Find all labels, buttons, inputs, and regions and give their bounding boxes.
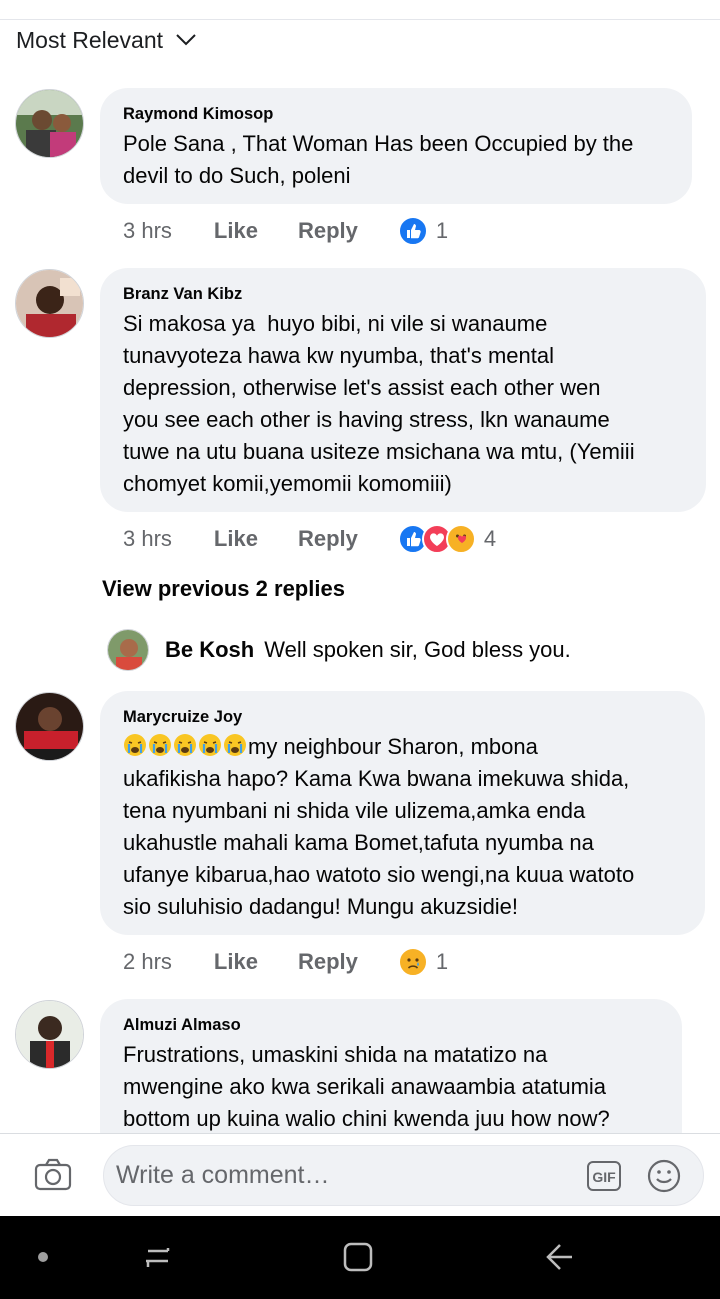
comment-actions: 3 hrs Like Reply 1: [123, 211, 448, 251]
comment-author[interactable]: Raymond Kimosop: [123, 104, 670, 124]
emoji-icon[interactable]: [647, 1159, 681, 1193]
svg-text:GIF: GIF: [592, 1169, 616, 1185]
comment-bubble: Marycruize Joy my neighbour Sharon, mbon…: [100, 691, 705, 935]
reaction-count: 1: [435, 218, 449, 243]
avatar[interactable]: [107, 629, 149, 671]
like-button[interactable]: Like: [214, 218, 258, 244]
reaction-count: 1: [435, 949, 449, 974]
crying-face-icon: [224, 734, 246, 756]
reaction-summary[interactable]: 1: [397, 947, 449, 977]
reply-author[interactable]: Be Kosh: [165, 637, 254, 663]
care-icon: [445, 524, 476, 554]
comment-time[interactable]: 2 hrs: [123, 949, 172, 975]
chevron-down-icon: [176, 34, 196, 46]
comment-text: Frustrations, umaskini shida na matatizo…: [123, 1042, 610, 1131]
camera-icon[interactable]: [33, 1155, 73, 1195]
comment-bubble: Branz Van Kibz Si makosa ya huyo bibi, n…: [100, 268, 706, 512]
reaction-count: 4: [483, 526, 497, 551]
avatar[interactable]: [15, 269, 84, 338]
comment-text: Si makosa ya huyo bibi, ni vile si wanau…: [123, 311, 635, 496]
comment-body: my neighbour Sharon, mbona ukafikisha ha…: [123, 734, 635, 919]
sort-dropdown[interactable]: Most Relevant: [16, 24, 197, 56]
reply-button[interactable]: Reply: [298, 949, 358, 975]
like-button[interactable]: Like: [214, 526, 258, 552]
reply-text: Well spoken sir, God bless you.: [264, 637, 571, 662]
comment-author[interactable]: Marycruize Joy: [123, 707, 683, 727]
back-icon[interactable]: [542, 1241, 576, 1273]
gif-icon[interactable]: GIF: [586, 1160, 622, 1192]
avatar[interactable]: [15, 692, 84, 761]
comment-text: my neighbour Sharon, mbona ukafikisha ha…: [123, 731, 683, 923]
reaction-summary[interactable]: 4: [397, 524, 497, 554]
comment-composer: GIF: [0, 1133, 720, 1216]
avatar[interactable]: [15, 1000, 84, 1069]
comment-input[interactable]: [116, 1146, 576, 1205]
top-divider: [0, 19, 720, 20]
recents-icon[interactable]: [142, 1241, 174, 1273]
comment-time[interactable]: 3 hrs: [123, 218, 172, 244]
crying-face-icon: [174, 734, 196, 756]
comment-author[interactable]: Almuzi Almaso: [123, 1015, 660, 1035]
assistant-dot-icon[interactable]: [38, 1252, 48, 1262]
view-previous-replies-link[interactable]: View previous 2 replies: [102, 576, 345, 602]
comment-time[interactable]: 3 hrs: [123, 526, 172, 552]
avatar[interactable]: [15, 89, 84, 158]
comment-actions: 3 hrs Like Reply 4: [123, 519, 496, 559]
comment-author[interactable]: Branz Van Kibz: [123, 284, 684, 304]
home-icon[interactable]: [341, 1240, 375, 1274]
emoji-prefix: [123, 734, 248, 759]
comment-actions: 2 hrs Like Reply 1: [123, 942, 448, 982]
comment-bubble: Raymond Kimosop Pole Sana , That Woman H…: [100, 88, 692, 204]
reply-item: Be Kosh Well spoken sir, God bless you.: [107, 628, 571, 672]
comment-input-box[interactable]: GIF: [103, 1145, 704, 1206]
reply-button[interactable]: Reply: [298, 526, 358, 552]
comment-text: Pole Sana , That Woman Has been Occupied…: [123, 131, 634, 188]
reaction-summary[interactable]: 1: [397, 216, 449, 246]
like-button[interactable]: Like: [214, 949, 258, 975]
sort-label: Most Relevant: [16, 26, 164, 53]
crying-face-icon: [149, 734, 171, 756]
crying-face-icon: [199, 734, 221, 756]
system-navigation-bar: [0, 1216, 720, 1299]
sad-icon: [397, 947, 428, 977]
reply-button[interactable]: Reply: [298, 218, 358, 244]
like-icon: [397, 216, 428, 246]
crying-face-icon: [124, 734, 146, 756]
